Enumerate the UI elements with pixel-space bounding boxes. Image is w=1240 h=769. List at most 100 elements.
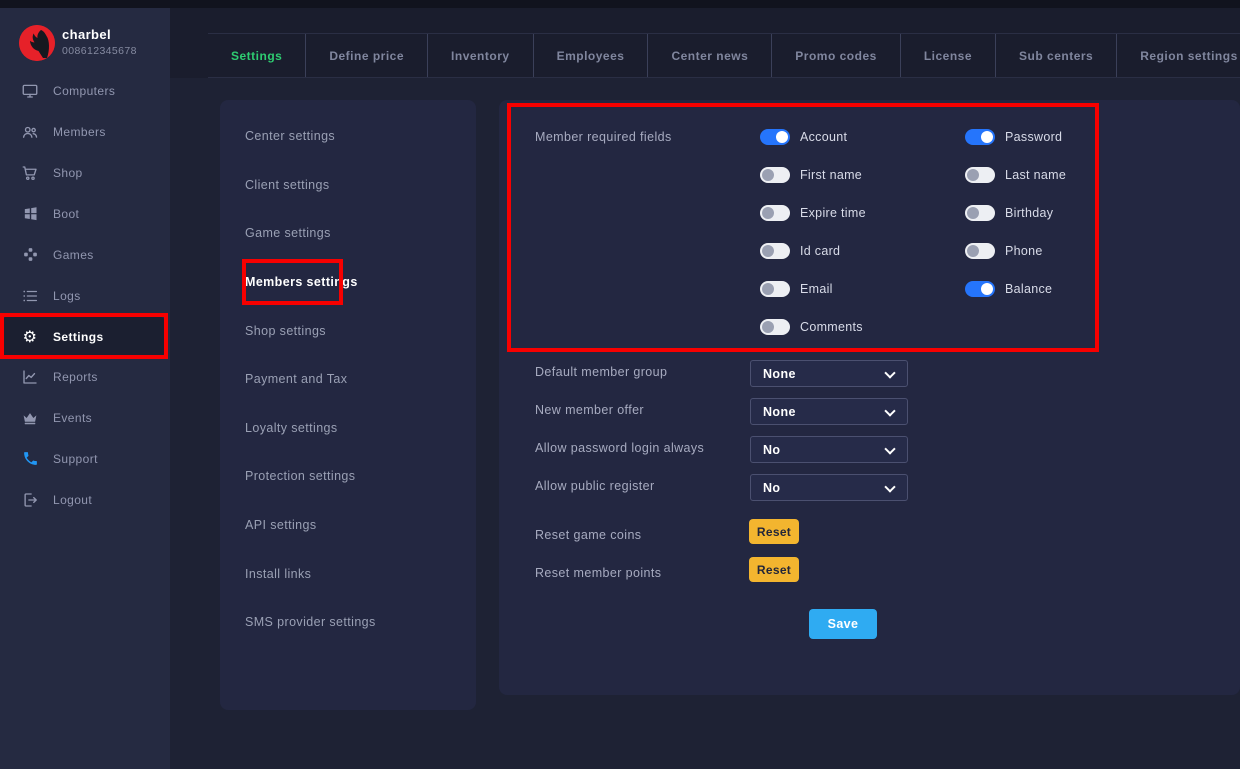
toggle-switch[interactable] [760,281,790,297]
toggle-email[interactable]: Email [760,279,833,299]
toggle-switch[interactable] [965,281,995,297]
allow-password-login-always-label: Allow password login always [535,441,704,455]
sidebar-item-members[interactable]: Members [0,111,167,152]
tab-settings[interactable]: Settings [208,34,306,77]
sidebar-item-label: Settings [53,330,104,344]
toggle-last-name[interactable]: Last name [965,165,1066,185]
settings-nav-item-install-links[interactable]: Install links [245,564,311,584]
toggle-switch[interactable] [760,167,790,183]
toggle-first-name[interactable]: First name [760,165,862,185]
gear-icon: ⚙ [20,328,40,346]
settings-nav-item-payment-and-tax[interactable]: Payment and Tax [245,369,347,389]
settings-nav-item-center-settings[interactable]: Center settings [245,126,335,146]
top-strip [0,0,1240,8]
sidebar-item-label: Shop [53,166,83,180]
toggle-label: Last name [1005,168,1066,182]
save-button[interactable]: Save [809,609,877,639]
default-member-group-label: Default member group [535,365,667,379]
sidebar-item-settings[interactable]: ⚙ Settings [0,316,167,357]
tab-center-news[interactable]: Center news [648,34,772,77]
new-member-offer-select[interactable]: None [750,398,908,425]
users-icon [20,123,40,141]
toggle-birthday[interactable]: Birthday [965,203,1053,223]
tab-inventory[interactable]: Inventory [428,34,534,77]
sidebar-item-computers[interactable]: Computers [0,70,167,111]
phone-icon [20,450,40,468]
sidebar-item-label: Events [53,411,92,425]
reset-game-coins-button[interactable]: Reset [749,519,799,544]
tab-region-settings[interactable]: Region settings [1117,34,1240,77]
tab-sub-centers[interactable]: Sub centers [996,34,1117,77]
toggle-switch[interactable] [965,167,995,183]
new-member-offer-label: New member offer [535,403,644,417]
user-name: charbel [62,27,111,42]
sidebar-item-label: Reports [53,370,98,384]
settings-nav-item-shop-settings[interactable]: Shop settings [245,321,326,341]
cart-icon [20,164,40,182]
settings-nav-item-client-settings[interactable]: Client settings [245,175,330,195]
toggle-switch[interactable] [760,243,790,259]
sidebar-item-events[interactable]: Events [0,397,167,438]
reset-member-points-button[interactable]: Reset [749,557,799,582]
toggle-phone[interactable]: Phone [965,241,1043,261]
toggle-label: Phone [1005,244,1043,258]
settings-nav-item-protection-settings[interactable]: Protection settings [245,466,355,486]
reset-member-points-label: Reset member points [535,566,661,580]
allow-public-register-label: Allow public register [535,479,655,493]
toggle-comments[interactable]: Comments [760,317,863,337]
sidebar-item-label: Support [53,452,98,466]
settings-nav-item-loyalty-settings[interactable]: Loyalty settings [245,418,338,438]
toggle-balance[interactable]: Balance [965,279,1052,299]
sidebar-item-shop[interactable]: Shop [0,152,167,193]
sidebar-item-label: Computers [53,84,115,98]
tab-define-price[interactable]: Define price [306,34,428,77]
sidebar-item-label: Boot [53,207,79,221]
toggle-id-card[interactable]: Id card [760,241,840,261]
settings-nav-item-members-settings[interactable]: Members settings [245,272,358,292]
toggle-switch[interactable] [760,319,790,335]
tab-bar: Settings Define price Inventory Employee… [208,33,1240,78]
allow-public-register-select[interactable]: No [750,474,908,501]
toggle-label: Account [800,130,847,144]
settings-nav-panel: Center settings Client settings Game set… [220,100,476,710]
monitor-icon [20,82,40,100]
sidebar: charbel 008612345678 Computers Members S… [0,8,170,769]
settings-nav-item-api-settings[interactable]: API settings [245,515,317,535]
sidebar-item-games[interactable]: Games [0,234,167,275]
sidebar-item-reports[interactable]: Reports [0,356,167,397]
select-value: None [763,367,796,381]
toggle-switch[interactable] [760,129,790,145]
windows-icon [20,205,40,223]
settings-nav-item-game-settings[interactable]: Game settings [245,223,331,243]
toggle-label: Birthday [1005,206,1053,220]
settings-nav-item-sms-provider-settings[interactable]: SMS provider settings [245,612,376,632]
toggle-label: Password [1005,130,1062,144]
toggle-switch[interactable] [965,243,995,259]
chevron-down-icon [884,367,895,378]
sidebar-item-logs[interactable]: Logs [0,275,167,316]
toggle-account[interactable]: Account [760,127,847,147]
tab-promo-codes[interactable]: Promo codes [772,34,901,77]
toggle-label: Balance [1005,282,1052,296]
toggle-switch[interactable] [760,205,790,221]
tab-license[interactable]: License [901,34,996,77]
sidebar-item-label: Games [53,248,94,262]
tab-employees[interactable]: Employees [534,34,649,77]
sidebar-item-logout[interactable]: Logout [0,479,167,520]
members-settings-panel: Member required fields Account Password … [499,100,1240,695]
toggle-password[interactable]: Password [965,127,1062,147]
select-value: No [763,481,780,495]
toggle-switch[interactable] [965,129,995,145]
sidebar-item-support[interactable]: Support [0,438,167,479]
select-value: None [763,405,796,419]
sidebar-item-boot[interactable]: Boot [0,193,167,234]
chevron-down-icon [884,443,895,454]
crown-icon [20,409,40,427]
default-member-group-select[interactable]: None [750,360,908,387]
sidebar-item-label: Members [53,125,106,139]
allow-password-login-always-select[interactable]: No [750,436,908,463]
chevron-down-icon [884,481,895,492]
toggle-switch[interactable] [965,205,995,221]
toggle-expire-time[interactable]: Expire time [760,203,866,223]
toggle-label: Id card [800,244,840,258]
